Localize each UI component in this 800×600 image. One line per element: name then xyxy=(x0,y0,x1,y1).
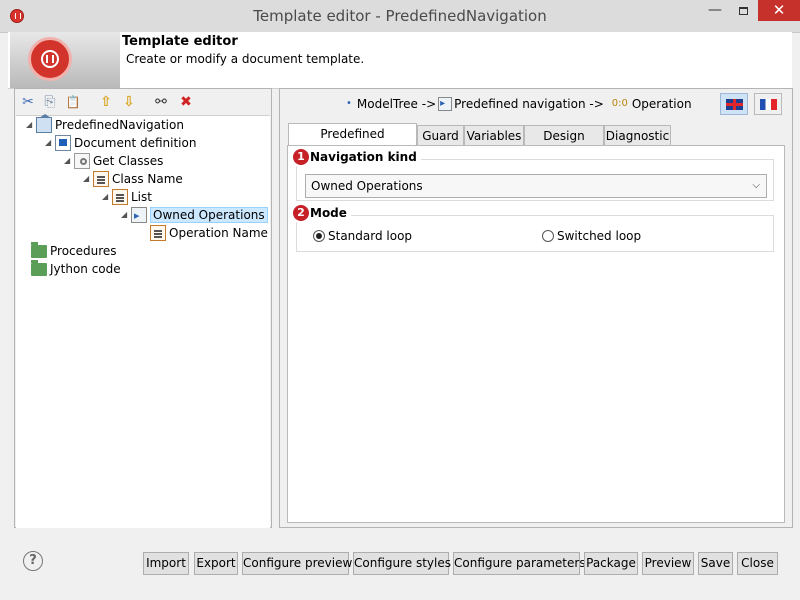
banner-subtitle: Create or modify a document template. xyxy=(126,52,365,66)
move-down-icon[interactable]: ⇩ xyxy=(121,94,137,110)
navigation-icon xyxy=(131,207,147,225)
find-icon[interactable]: ⚯ xyxy=(153,94,169,110)
tree-toolbar: ✂ ⎘ 📋 ⇧ ⇩ ⚯ ✖ xyxy=(15,89,271,115)
brand-logo xyxy=(10,32,120,88)
window-title-bar: Template editor - PredefinedNavigation —… xyxy=(0,0,800,33)
tab-design-notes[interactable]: Design notes xyxy=(524,125,604,163)
tree-node-label: Owned Operations xyxy=(150,207,268,223)
expander-icon[interactable]: ◢ xyxy=(121,206,131,224)
tree-node-label: Document definition xyxy=(74,136,197,150)
tree-node-class-name[interactable]: ◢ Class Name xyxy=(83,170,183,188)
list-icon xyxy=(150,225,166,241)
configure-preview-button[interactable]: Configure preview xyxy=(242,552,352,575)
window-title: Template editor - PredefinedNavigation xyxy=(253,7,547,25)
operation-icon: 0:0 xyxy=(611,98,628,109)
expander-icon[interactable]: ◢ xyxy=(26,116,36,134)
move-up-icon[interactable]: ⇧ xyxy=(98,94,114,110)
maximize-icon xyxy=(738,6,748,15)
header-banner: Template editor Create or modify a docum… xyxy=(8,32,792,89)
radio-label: Standard loop xyxy=(328,229,413,243)
tree-node-owned-operations[interactable]: ◢ Owned Operations xyxy=(121,206,268,225)
radio-label: Switched loop xyxy=(557,229,642,243)
banner-title: Template editor xyxy=(122,34,238,49)
tree-node-label: Get Classes xyxy=(93,154,164,168)
tree-node-list[interactable]: ◢ List xyxy=(102,188,152,206)
help-icon[interactable]: ? xyxy=(23,551,43,571)
search-icon xyxy=(74,153,90,169)
chevron-down-icon: ⌵ xyxy=(752,180,760,191)
mode-label: Mode xyxy=(310,206,347,220)
logo-ring-icon xyxy=(28,37,72,81)
model-icon xyxy=(36,114,52,133)
close-window-button[interactable]: ✕ xyxy=(758,0,800,21)
delete-icon[interactable]: ✖ xyxy=(178,94,194,110)
tree-node-document-definition[interactable]: ◢ Document definition xyxy=(45,134,196,152)
step-badge: 1 xyxy=(293,149,309,165)
tree-node-label: PredefinedNavigation xyxy=(55,118,184,132)
breadcrumb-navigation[interactable]: Predefined navigation -> xyxy=(454,96,604,112)
properties-panel: • ModelTree -> Predefined navigation -> 0:0… xyxy=(279,88,793,528)
tab-diagnostic[interactable]: Diagnostic xyxy=(604,125,671,145)
folder-icon xyxy=(31,242,47,258)
tab-predefined-navigation[interactable]: Predefined navigation xyxy=(288,123,417,161)
tree-node-label: Procedures xyxy=(50,244,117,258)
bullet-icon: • xyxy=(346,98,352,109)
navigation-kind-label: Navigation kind xyxy=(310,150,417,164)
switched-loop-radio[interactable]: Switched loop xyxy=(542,228,641,244)
folder-icon xyxy=(31,260,47,276)
minimize-button[interactable]: — xyxy=(702,0,728,21)
tab-variables[interactable]: Variables xyxy=(464,125,524,145)
configure-styles-button[interactable]: Configure styles xyxy=(353,552,451,575)
document-icon xyxy=(55,135,71,151)
radio-selected-icon xyxy=(313,229,325,242)
standard-loop-radio[interactable]: Standard loop xyxy=(313,228,412,244)
mode-title: 2 Mode xyxy=(293,204,351,222)
radio-unselected-icon xyxy=(542,229,554,242)
tree-node-jython-code[interactable]: Jython code xyxy=(31,260,121,278)
template-tree-panel: ✂ ⎘ 📋 ⇧ ⇩ ⚯ ✖ ◢ PredefinedNavigation ◢ Doc… xyxy=(14,88,272,528)
breadcrumb-operation[interactable]: Operation xyxy=(632,96,692,112)
tree-node-label: List xyxy=(131,190,152,204)
expander-icon[interactable]: ◢ xyxy=(64,152,74,170)
tree-node-procedures[interactable]: Procedures xyxy=(31,242,117,260)
paste-icon[interactable]: 📋 xyxy=(65,94,81,110)
configure-parameters-button[interactable]: Configure parameters xyxy=(453,552,586,575)
expander-icon[interactable]: ◢ xyxy=(45,134,55,152)
cut-icon[interactable]: ✂ xyxy=(20,94,36,110)
copy-icon[interactable]: ⎘ xyxy=(42,94,58,110)
navigation-kind-select[interactable]: Owned Operations ⌵ xyxy=(305,174,767,198)
navigation-kind-group: 1 Navigation kind Owned Operations ⌵ xyxy=(293,148,774,201)
fr-flag-icon xyxy=(760,99,777,110)
mode-group: 2 Mode Standard loop Switched loop xyxy=(293,204,774,252)
french-language-button[interactable] xyxy=(754,93,782,115)
tree-node-label: Operation Name xyxy=(169,226,268,240)
navigation-kind-title: 1 Navigation kind xyxy=(293,148,421,166)
list-icon xyxy=(112,189,128,205)
tree-node-root[interactable]: ◢ PredefinedNavigation xyxy=(26,114,184,134)
maximize-button[interactable] xyxy=(730,0,756,21)
tree-node-operation-name[interactable]: Operation Name xyxy=(140,224,268,242)
expander-icon[interactable]: ◢ xyxy=(83,170,93,188)
section-icon xyxy=(93,171,109,187)
tree-node-label: Jython code xyxy=(50,262,121,276)
import-button[interactable]: Import xyxy=(143,552,189,575)
save-button[interactable]: Save xyxy=(698,552,733,575)
breadcrumb: • ModelTree -> Predefined navigation -> 0:0… xyxy=(346,96,692,112)
step-badge: 2 xyxy=(293,205,309,221)
tab-content: 1 Navigation kind Owned Operations ⌵ 2 Mod… xyxy=(287,145,785,523)
package-button[interactable]: Package xyxy=(584,552,638,575)
export-button[interactable]: Export xyxy=(194,552,238,575)
close-button[interactable]: Close xyxy=(737,552,778,575)
uk-flag-icon xyxy=(726,99,743,110)
expander-icon[interactable]: ◢ xyxy=(102,188,112,206)
navigation-icon xyxy=(438,96,453,112)
tree-node-label: Class Name xyxy=(112,172,183,186)
breadcrumb-model[interactable]: ModelTree -> xyxy=(357,96,436,112)
tree-node-get-classes[interactable]: ◢ Get Classes xyxy=(64,152,163,170)
tab-guard[interactable]: Guard xyxy=(417,125,464,145)
preview-button[interactable]: Preview xyxy=(642,552,694,575)
english-language-button[interactable] xyxy=(720,93,748,115)
navigation-kind-value: Owned Operations xyxy=(311,179,423,193)
template-tree: ◢ PredefinedNavigation ◢ Document definiti… xyxy=(16,114,270,528)
